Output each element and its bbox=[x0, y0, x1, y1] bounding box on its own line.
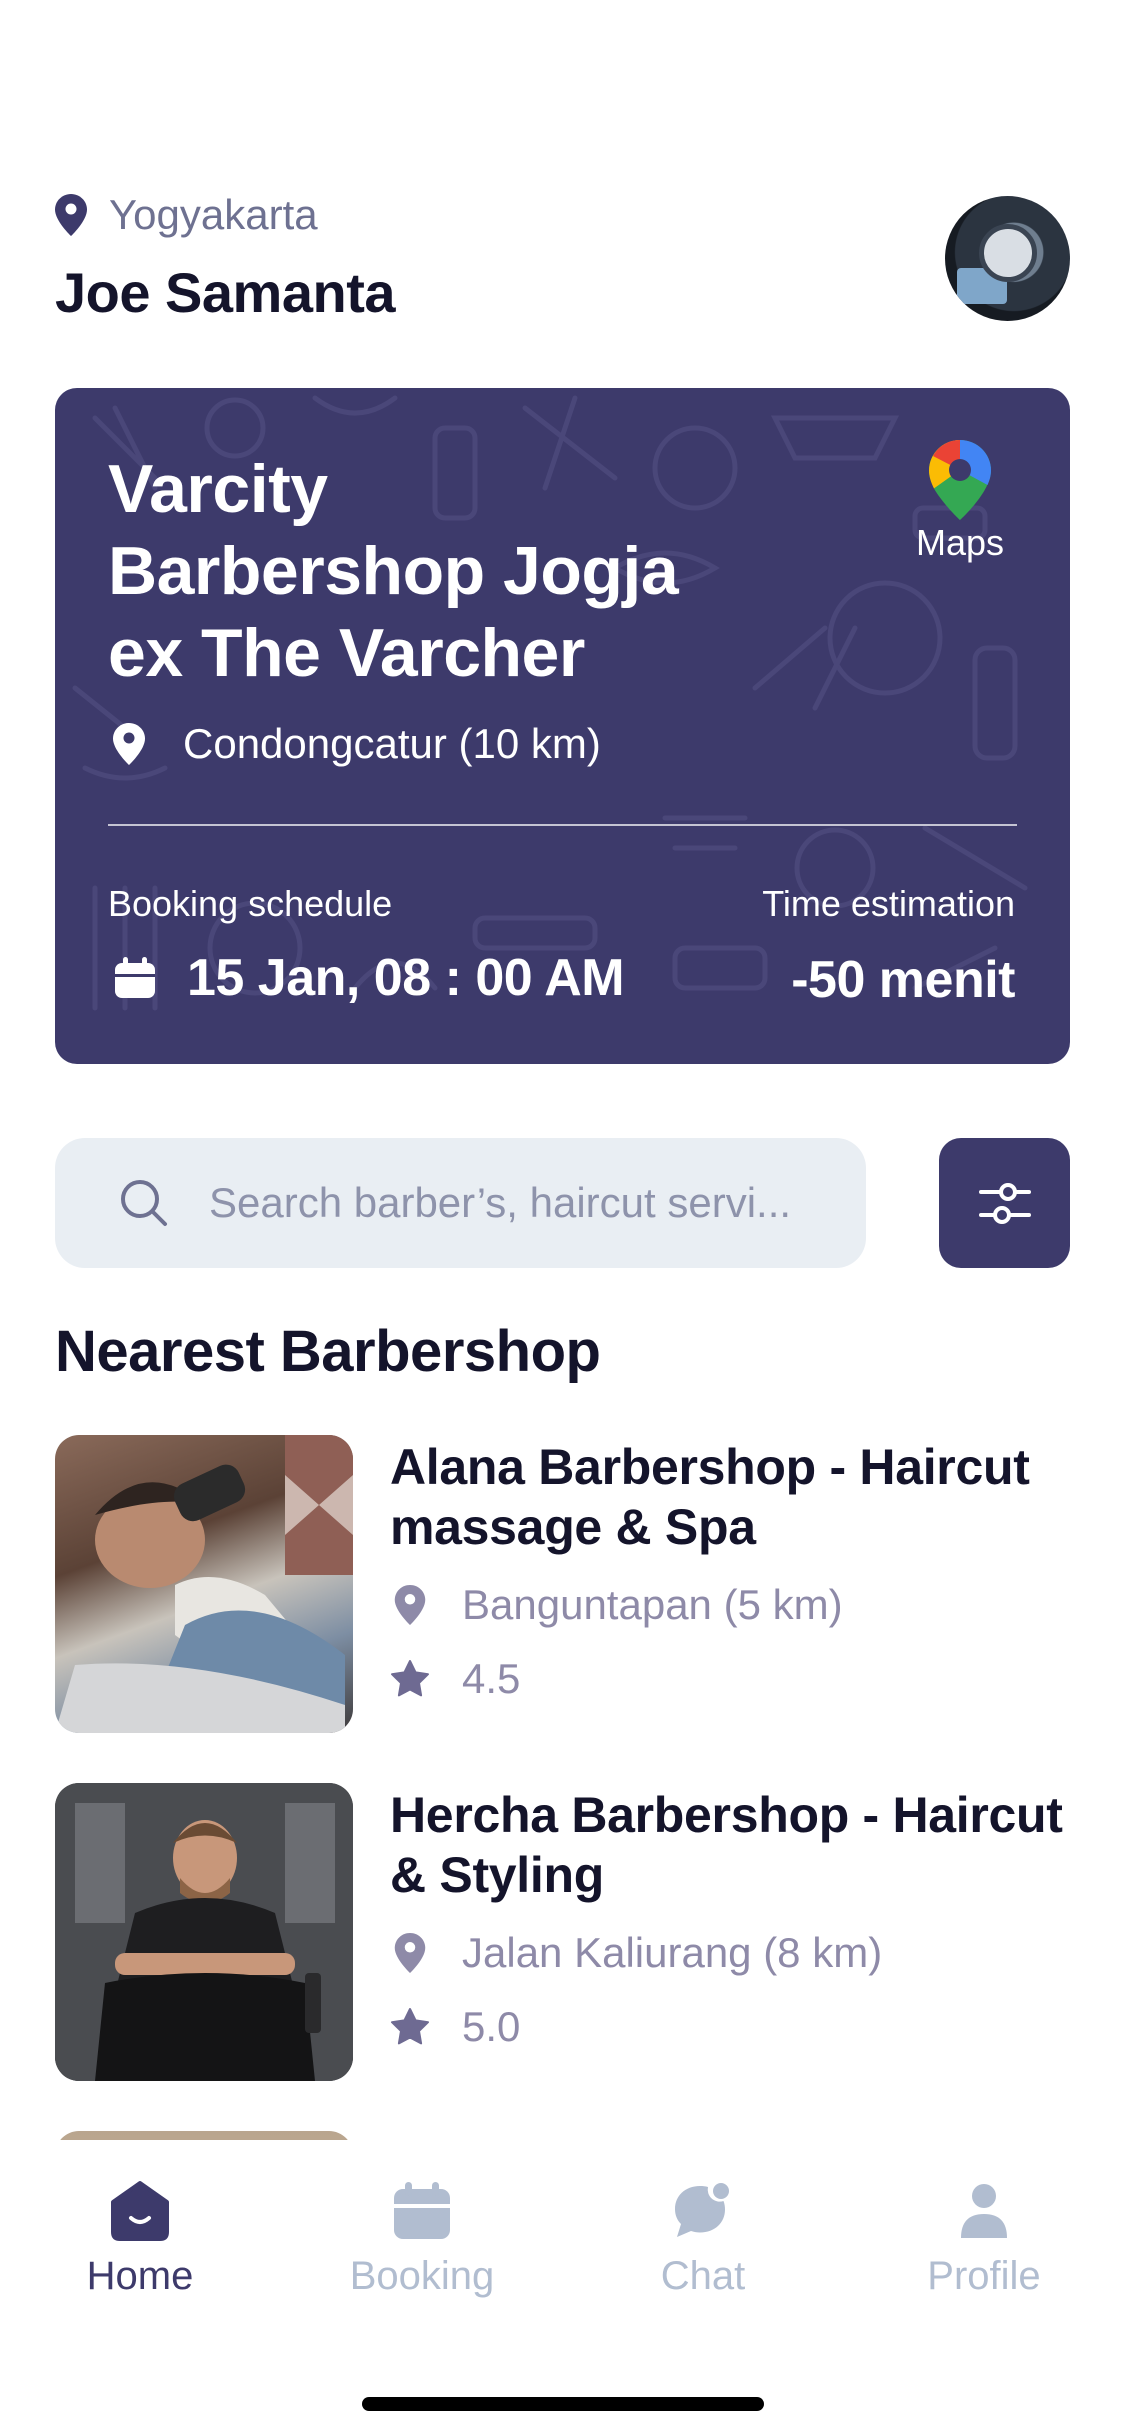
profile-icon bbox=[961, 2184, 1007, 2238]
time-estimation-value: -50 menit bbox=[791, 951, 1015, 1009]
current-location: Yogyakarta bbox=[109, 191, 318, 238]
maps-button[interactable]: Maps bbox=[905, 440, 1015, 564]
barbershop-photo bbox=[55, 2131, 353, 2140]
home-indicator bbox=[362, 2397, 764, 2411]
barbershop-location-text: Banguntapan (5 km) bbox=[462, 1581, 843, 1628]
time-estimation-label: Time estimation bbox=[762, 883, 1015, 924]
tab-chat[interactable]: Chat bbox=[603, 2180, 803, 2299]
barbershop-rating: 5.0 bbox=[390, 2003, 1070, 2051]
user-name: Joe Samanta bbox=[55, 261, 396, 324]
location-pin-icon bbox=[113, 723, 145, 765]
search-icon bbox=[121, 1180, 167, 1226]
chat-icon bbox=[675, 2183, 729, 2237]
filter-sliders-icon bbox=[978, 1183, 1031, 1224]
schedule-label: Booking schedule bbox=[108, 883, 393, 924]
barber-portrait-illustration bbox=[55, 1783, 353, 2081]
barbershop-location-text: Jalan Kaliurang (8 km) bbox=[462, 1929, 883, 1976]
location-pin-icon bbox=[394, 1933, 426, 1973]
maps-label: Maps bbox=[915, 522, 1005, 563]
tab-home-label: Home bbox=[86, 2254, 194, 2298]
list-item[interactable]: Hercha Barbershop - Haircut & Styling Ja… bbox=[55, 1783, 1070, 2131]
barbershop-name: Hercha Barbershop - Haircut & Styling bbox=[390, 1787, 1063, 1903]
barbershop-location: Banguntapan (5 km) bbox=[390, 1581, 1070, 1629]
location-pin-icon bbox=[55, 194, 87, 236]
avatar[interactable] bbox=[945, 196, 1070, 321]
filter-button[interactable] bbox=[939, 1138, 1070, 1268]
bottom-tab-bar: Home Booking Chat Profile bbox=[0, 2140, 1125, 2436]
featured-location: Condongcatur (10 km) bbox=[113, 720, 601, 768]
tab-booking-label: Booking bbox=[349, 2254, 495, 2298]
barbershop-photo bbox=[55, 1783, 353, 2081]
barbershop-name: Alana Barbershop - Haircut massage & Spa bbox=[390, 1439, 1030, 1555]
list-item[interactable]: Alana Barbershop - Haircut massage & Spa… bbox=[55, 1435, 1070, 1783]
barber-shave-illustration bbox=[55, 1435, 353, 1733]
barbershop-location: Jalan Kaliurang (8 km) bbox=[390, 1929, 1070, 1977]
search-input[interactable] bbox=[209, 1179, 829, 1227]
schedule-datetime: 15 Jan, 08 : 00 AM bbox=[187, 949, 625, 1007]
barbershop-photo bbox=[55, 1435, 353, 1733]
calendar-icon bbox=[115, 957, 155, 998]
search-bar[interactable] bbox=[55, 1138, 866, 1268]
barbershop-rating: 4.5 bbox=[390, 1655, 1070, 1703]
home-icon bbox=[111, 2181, 169, 2241]
nearest-section-title: Nearest Barbershop bbox=[55, 1319, 601, 1384]
tab-profile[interactable]: Profile bbox=[884, 2180, 1084, 2299]
tab-booking[interactable]: Booking bbox=[322, 2180, 522, 2299]
barbershop-rating-value: 5.0 bbox=[462, 2003, 521, 2050]
star-icon bbox=[391, 1660, 429, 1697]
nearest-list: Alana Barbershop - Haircut massage & Spa… bbox=[55, 1435, 1070, 2140]
tab-home[interactable]: Home bbox=[40, 2180, 240, 2299]
avatar-face bbox=[979, 224, 1037, 282]
header: Yogyakarta Joe Samanta bbox=[55, 190, 1070, 330]
calendar-icon bbox=[394, 2182, 450, 2239]
card-divider bbox=[108, 824, 1017, 826]
featured-location-text: Condongcatur (10 km) bbox=[183, 720, 601, 767]
list-item-info: Alana Barbershop - Haircut massage & Spa… bbox=[390, 1437, 1070, 1703]
booking-card[interactable]: Varcity Barbershop Jogja ex The Varcher … bbox=[55, 388, 1070, 1064]
schedule-value: 15 Jan, 08 : 00 AM bbox=[113, 948, 625, 1008]
list-item-info: Hercha Barbershop - Haircut & Styling Ja… bbox=[390, 1785, 1070, 2051]
barbershop-rating-value: 4.5 bbox=[462, 1655, 521, 1702]
star-icon bbox=[391, 2008, 429, 2045]
tab-chat-label: Chat bbox=[660, 2254, 746, 2298]
google-maps-icon bbox=[929, 440, 991, 520]
location-pin-icon bbox=[394, 1585, 426, 1625]
location-selector[interactable]: Yogyakarta bbox=[55, 190, 1070, 240]
featured-shop-title: Varcity Barbershop Jogja ex The Varcher bbox=[108, 451, 679, 691]
list-item[interactable] bbox=[55, 2131, 1070, 2140]
tab-profile-label: Profile bbox=[927, 2254, 1041, 2298]
